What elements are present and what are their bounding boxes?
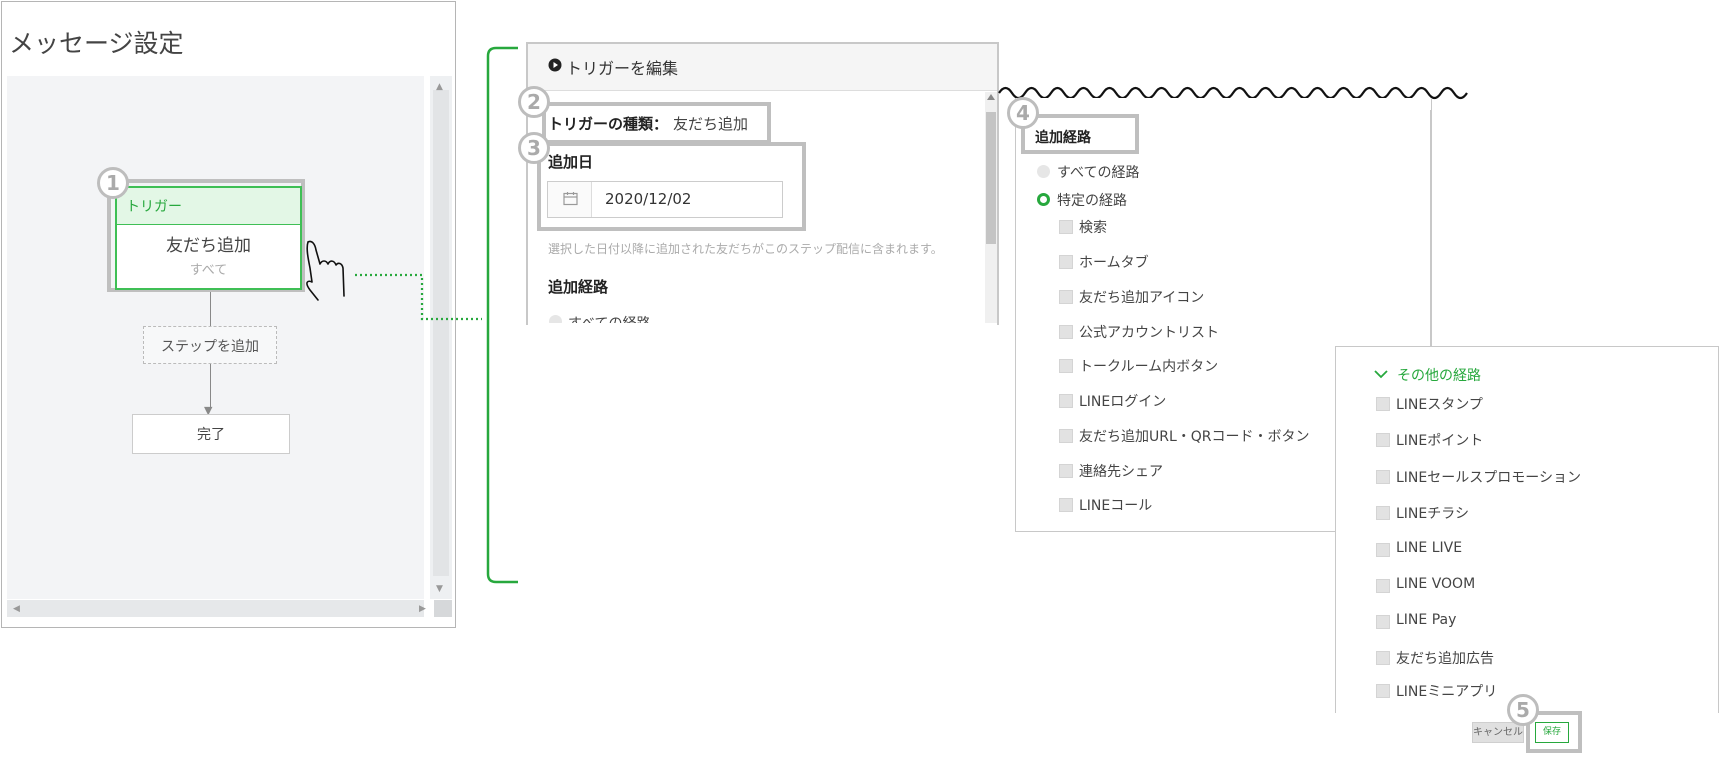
route-label: 追加経路 [548,278,609,296]
scroll-right-icon[interactable]: ▶ [419,604,426,614]
date-help-text: 選択した日付以降に追加された友だちがこのステップ配信に含まれます。 [548,242,943,256]
checkbox-other-route[interactable] [1376,470,1390,484]
dotted-connector [355,273,482,321]
other-routes-toggle[interactable]: その他の経路 [1397,365,1481,385]
flow-connector [210,292,211,326]
trigger-type-value: 友だち追加 [673,115,749,133]
checkbox-route-label: 友だち追加アイコン [1079,290,1205,306]
checkbox-route[interactable] [1059,429,1073,443]
scroll-corner [434,600,452,617]
bracket-connector [486,46,518,584]
step-badge-4: 4 [1007,97,1039,129]
chevron-down-icon[interactable] [1374,370,1388,379]
trigger-node-sub: すべて [189,263,228,278]
step-badge-3: 3 [518,132,550,164]
date-value: 2020/12/02 [605,190,692,208]
cancel-button[interactable]: キャンセル [1472,722,1524,743]
checkbox-route[interactable] [1059,498,1073,512]
trigger-edit-title: トリガーを編集 [566,59,679,78]
vertical-scroll-track[interactable] [433,90,449,576]
play-circle-icon [548,58,562,72]
checkbox-route-label: ホームタブ [1079,255,1149,271]
checkbox-other-route[interactable] [1376,543,1390,557]
checkbox-other-route[interactable] [1376,651,1390,665]
checkbox-other-route[interactable] [1376,397,1390,411]
radio-all-routes-label: すべての経路 [1057,165,1140,181]
checkbox-route-label: 友だち追加URL・QRコード・ボタン [1079,429,1310,445]
checkbox-route[interactable] [1059,394,1073,408]
checkbox-other-route-label: LINEスタンプ [1396,397,1483,413]
checkbox-other-route[interactable] [1376,506,1390,520]
radio-specific-routes[interactable] [1037,193,1050,206]
page-title: メッセージ設定 [9,29,184,58]
panel-clip [528,323,997,353]
checkbox-route-label: LINEログイン [1079,394,1167,410]
scroll-down-icon[interactable]: ▼ [436,584,443,594]
checkbox-other-route-label: LINE Pay [1396,612,1457,628]
checkbox-route[interactable] [1059,464,1073,478]
checkbox-route[interactable] [1059,359,1073,373]
radio-specific-routes-label: 特定の経路 [1057,193,1127,209]
checkbox-other-route-label: LINE LIVE [1396,540,1463,556]
step-badge-5: 5 [1507,694,1539,726]
checkbox-route-label: 連絡先シェア [1079,464,1163,480]
scroll-up-icon[interactable]: ▲ [436,82,443,92]
scroll-left-icon[interactable]: ◀ [13,604,20,614]
scroll-up-icon[interactable] [987,94,995,100]
checkbox-other-route-label: LINE VOOM [1396,576,1476,592]
calendar-icon [563,192,578,206]
trigger-node-type: 友だち追加 [166,236,251,256]
checkbox-route-label: LINEコール [1079,498,1153,514]
checkbox-route[interactable] [1059,325,1073,339]
checkbox-route-label: トークルーム内ボタン [1079,359,1219,375]
checkbox-other-route[interactable] [1376,433,1390,447]
save-button[interactable]: 保存 [1535,722,1569,743]
trigger-node-label: トリガー [126,199,182,215]
date-label: 追加日 [548,153,594,171]
checkbox-other-route-label: LINEチラシ [1396,506,1469,522]
route-select-label: 追加経路 [1035,130,1091,146]
checkbox-other-route-label: LINEポイント [1396,433,1484,449]
checkbox-other-route-label: 友だち追加広告 [1396,651,1494,667]
flow-connector [210,364,211,409]
checkbox-other-route[interactable] [1376,684,1390,698]
checkbox-other-route[interactable] [1376,579,1390,593]
complete-label: 完了 [197,427,225,443]
trigger-type-label: トリガーの種類： [548,115,669,133]
radio-all-routes[interactable] [1037,165,1050,178]
checkbox-other-route-label: LINEセールスプロモーション [1396,470,1581,486]
checkbox-route[interactable] [1059,255,1073,269]
checkbox-other-route-label: LINEミニアプリ [1396,684,1498,700]
checkbox-route[interactable] [1059,290,1073,304]
panel-scroll-thumb[interactable] [986,112,996,244]
step-badge-2: 2 [518,86,550,118]
checkbox-other-route[interactable] [1376,615,1390,629]
step-badge-1: 1 [97,167,129,199]
checkbox-route[interactable] [1059,220,1073,234]
checkbox-route-label: 公式アカウントリスト [1079,325,1219,341]
horizontal-scrollbar[interactable] [7,600,424,617]
panel-edge [1430,110,1431,346]
add-step-label: ステップを追加 [161,339,259,355]
other-routes-panel [1335,346,1719,713]
checkbox-route-label: 検索 [1079,220,1107,236]
